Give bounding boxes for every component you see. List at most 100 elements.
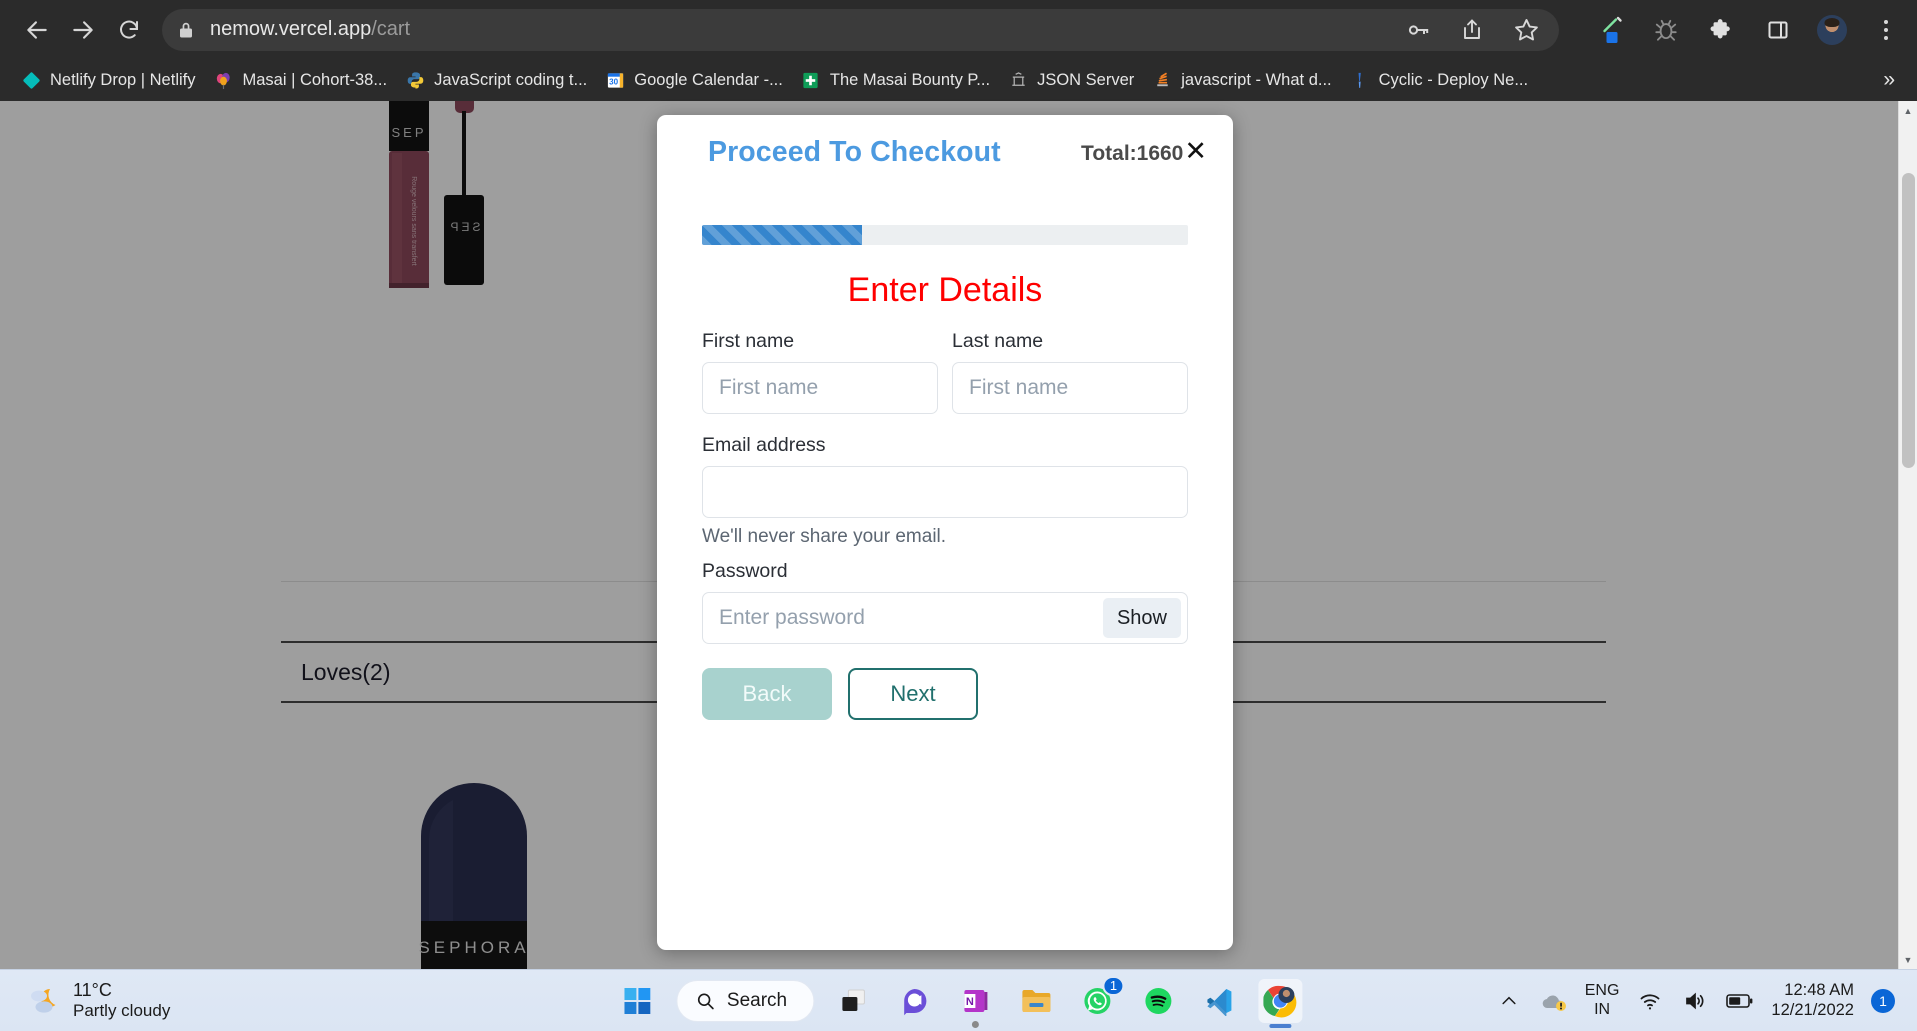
browser-toolbar: nemow.vercel.app/cart xyxy=(0,0,1917,59)
password-input-group: Show xyxy=(702,592,1188,644)
bookmark-masai-bounty[interactable]: The Masai Bounty P... xyxy=(792,66,999,94)
taskbar-apps: Search N 1 xyxy=(615,975,1303,1028)
close-icon[interactable]: ✕ xyxy=(1184,138,1207,165)
active-window-indicator xyxy=(1269,1023,1292,1028)
weather-description: Partly cloudy xyxy=(73,1001,171,1021)
lock-icon xyxy=(178,21,194,39)
email-help-text: We'll never share your email. xyxy=(702,526,947,547)
weather-widget[interactable]: 11°C Partly cloudy xyxy=(0,980,300,1021)
volume-icon[interactable] xyxy=(1681,987,1709,1015)
clock[interactable]: 12:48 AM 12/21/2022 xyxy=(1771,981,1854,1021)
file-explorer-button[interactable] xyxy=(1014,979,1058,1023)
last-name-field: Last name xyxy=(952,330,1188,414)
teams-chat-button[interactable] xyxy=(892,979,936,1023)
vscode-button[interactable] xyxy=(1197,979,1241,1023)
bookmark-cyclic[interactable]: Cyclic - Deploy Ne... xyxy=(1341,66,1537,94)
bookmark-google-calendar[interactable]: 30 Google Calendar -... xyxy=(596,66,792,94)
balloon-icon xyxy=(214,70,234,90)
sheets-icon xyxy=(801,70,821,90)
last-name-label: Last name xyxy=(952,330,1044,352)
bookmark-json-server[interactable]: JSON Server xyxy=(999,66,1143,94)
cyclic-icon xyxy=(1350,70,1370,90)
share-icon[interactable] xyxy=(1455,13,1489,47)
system-tray: ENG IN 12:48 AM 12/21/2022 1 xyxy=(1495,981,1917,1021)
onedrive-warning-icon[interactable] xyxy=(1540,987,1568,1015)
search-icon xyxy=(697,993,714,1009)
checkout-progress-bar xyxy=(702,225,863,245)
cart-total: Total:1660 xyxy=(1081,142,1184,165)
language-primary: ENG xyxy=(1584,982,1620,1000)
reload-button[interactable] xyxy=(106,7,152,53)
wizard-buttons: Back Next xyxy=(702,668,1188,720)
partly-cloudy-night-icon xyxy=(26,983,62,1019)
notification-count-badge[interactable]: 1 xyxy=(1871,988,1895,1013)
browser-chrome: nemow.vercel.app/cart Netlify Drop | Net… xyxy=(0,0,1917,101)
svg-text:N: N xyxy=(966,996,974,1008)
bookmarks-overflow-button[interactable]: » xyxy=(1883,68,1905,92)
checkout-modal: Proceed To Checkout Total:1660 ✕ Enter D… xyxy=(657,115,1233,950)
first-name-label: First name xyxy=(702,330,795,352)
bookmark-netlify[interactable]: Netlify Drop | Netlify xyxy=(12,66,205,94)
first-name-input[interactable] xyxy=(702,362,938,414)
screen: nemow.vercel.app/cart Netlify Drop | Net… xyxy=(0,0,1917,1031)
clock-date: 12/21/2022 xyxy=(1771,1000,1854,1019)
scroll-up-arrow[interactable]: ▲ xyxy=(1899,101,1917,120)
start-button[interactable] xyxy=(615,979,659,1023)
clock-time: 12:48 AM xyxy=(1784,980,1854,999)
password-key-icon[interactable] xyxy=(1401,13,1435,47)
back-button[interactable] xyxy=(14,7,60,53)
next-button[interactable]: Next xyxy=(848,668,978,720)
weather-temperature: 11°C xyxy=(73,979,112,1000)
email-label: Email address xyxy=(702,434,826,456)
onenote-button[interactable]: N xyxy=(953,979,997,1028)
step-title: Enter Details xyxy=(847,271,1043,309)
calendar-30-icon: 30 xyxy=(605,70,625,90)
bookmark-masai-cohort[interactable]: Masai | Cohort-38... xyxy=(205,66,397,94)
last-name-input[interactable] xyxy=(952,362,1188,414)
bug-icon[interactable] xyxy=(1649,13,1683,47)
forward-button[interactable] xyxy=(60,7,106,53)
eyedropper-icon[interactable] xyxy=(1593,13,1627,47)
first-name-field: First name xyxy=(702,330,938,414)
email-input[interactable] xyxy=(702,466,1188,518)
netlify-diamond-icon xyxy=(21,70,41,90)
show-password-button[interactable]: Show xyxy=(1102,598,1181,638)
three-dot-menu-icon[interactable] xyxy=(1869,13,1903,47)
name-row: First name Last name xyxy=(702,330,1188,420)
url-text: nemow.vercel.app/cart xyxy=(210,18,411,40)
chrome-button[interactable] xyxy=(1258,978,1303,1028)
scrollbar-thumb[interactable] xyxy=(1902,173,1915,468)
search-label: Search xyxy=(726,989,788,1011)
windows-taskbar: 11°C Partly cloudy Search N 1 ENG IN 12:… xyxy=(0,969,1917,1031)
details-form: First name Last name Email address We'll… xyxy=(657,310,1233,720)
json-server-icon xyxy=(1008,70,1028,90)
battery-icon[interactable] xyxy=(1726,987,1754,1015)
puzzle-extensions-icon[interactable] xyxy=(1705,13,1739,47)
show-hidden-icons-chevron[interactable] xyxy=(1495,987,1523,1015)
svg-text:30: 30 xyxy=(609,77,618,86)
wifi-icon[interactable] xyxy=(1636,987,1664,1015)
spotify-button[interactable] xyxy=(1136,979,1180,1023)
page-scrollbar[interactable]: ▲ ▼ xyxy=(1898,101,1917,969)
email-field: Email address We'll never share your ema… xyxy=(702,434,1188,548)
language-secondary: IN xyxy=(1594,1000,1611,1018)
scroll-down-arrow[interactable]: ▼ xyxy=(1899,950,1917,969)
language-indicator[interactable]: ENG IN xyxy=(1585,982,1620,1019)
bookmarks-bar: Netlify Drop | Netlify Masai | Cohort-38… xyxy=(0,59,1917,101)
running-indicator xyxy=(971,1020,979,1028)
address-bar[interactable]: nemow.vercel.app/cart xyxy=(162,8,1559,51)
python-icon xyxy=(405,70,425,90)
modal-title: Proceed To Checkout xyxy=(708,135,1001,168)
profile-avatar[interactable] xyxy=(1817,14,1847,45)
password-field: Password Show xyxy=(702,560,1188,644)
task-view-button[interactable] xyxy=(831,979,875,1023)
modal-header: Proceed To Checkout Total:1660 ✕ xyxy=(657,115,1233,189)
side-panel-icon[interactable] xyxy=(1761,13,1795,47)
bookmark-star-icon[interactable] xyxy=(1509,13,1543,47)
bookmark-javascript-coding[interactable]: JavaScript coding t... xyxy=(396,66,596,94)
checkout-progress-track xyxy=(702,225,1188,245)
whatsapp-button[interactable]: 1 xyxy=(1075,975,1125,1023)
back-button[interactable]: Back xyxy=(702,668,832,720)
bookmark-stackoverflow[interactable]: javascript - What d... xyxy=(1143,66,1340,94)
search-box[interactable]: Search xyxy=(675,979,815,1022)
